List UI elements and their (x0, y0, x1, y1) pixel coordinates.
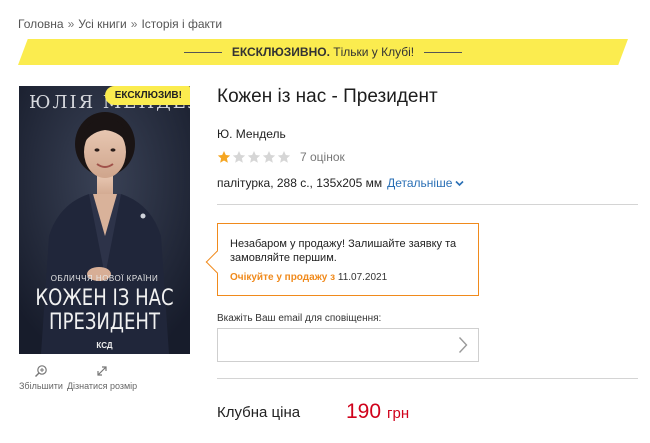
size-label: Дізнатися розмір (66, 381, 138, 391)
zoom-button[interactable]: Збільшити (19, 364, 63, 391)
expected-label: Очікуйте у продажу з (230, 272, 336, 283)
cover-publisher: КСД (96, 341, 113, 350)
banner-line-left (183, 51, 222, 53)
cover-actions: Збільшити Дізнатися розмір (19, 364, 137, 391)
rating-count[interactable]: 7 оцінок (300, 150, 345, 164)
zoom-label: Збільшити (19, 381, 63, 391)
banner-line-right (424, 51, 463, 53)
breadcrumb-home[interactable]: Головна (18, 17, 64, 31)
cover-subtitle: ОБЛИЧЧЯ НОВОЇ КРАЇНИ (50, 274, 159, 283)
expected-date: 11.07.2021 (335, 272, 388, 283)
coming-soon-notice: Незабаром у продажу! Залишайте заявку та… (205, 223, 479, 296)
breadcrumb-separator: » (130, 17, 138, 31)
breadcrumb: Головна» Усі книги» Історія і факти (18, 17, 222, 31)
banner-content: ЕКСКЛЮЗИВНО. Тільки у Клубі! (18, 39, 628, 65)
divider (217, 204, 638, 205)
price: 190 грн (346, 400, 409, 424)
banner-strong-text: ЕКСКЛЮЗИВНО. (231, 45, 330, 59)
specs-text: палітурка, 288 с., 135x205 мм (217, 176, 383, 190)
star-empty-icon (277, 151, 291, 163)
expand-icon (97, 366, 107, 376)
chevron-right-icon (458, 337, 468, 353)
price-currency: грн (387, 405, 410, 422)
rating: 7 оцінок (217, 150, 345, 164)
breadcrumb-history[interactable]: Історія і факти (141, 17, 222, 31)
cover-title-line-2: ПРЕЗИДЕНТ (49, 310, 160, 335)
book-cover[interactable]: ЮЛІЯ МЕНДЕЛЬ ЕКСКЛЮЗИВ! ОБЛИЧЧЯ НОВОЇ КР… (19, 86, 190, 354)
star-empty-icon (247, 151, 261, 163)
price-value: 190 (346, 400, 382, 423)
email-field[interactable] (218, 329, 448, 361)
cover-title-line-1: КОЖЕН ІЗ НАС (35, 286, 174, 311)
divider (217, 378, 638, 379)
size-button[interactable]: Дізнатися розмір (67, 364, 137, 391)
star-empty-icon (232, 151, 246, 163)
exclusive-banner: ЕКСКЛЮЗИВНО. Тільки у Клубі! (18, 39, 628, 65)
notice-message: Незабаром у продажу! Залишайте заявку та… (230, 238, 457, 264)
submit-email-button[interactable] (448, 329, 478, 361)
book-specs: палітурка, 288 с., 135x205 мм Детальніше (217, 176, 464, 190)
breadcrumb-all-books[interactable]: Усі книги (78, 17, 126, 31)
notice-pointer (205, 250, 229, 274)
email-label: Вкажіть Ваш email для сповіщення: (217, 313, 382, 324)
rating-stars[interactable] (217, 150, 292, 164)
email-field-wrapper (217, 328, 479, 362)
zoom-in-icon (34, 365, 47, 377)
exclusive-badge: ЕКСКЛЮЗИВ! (104, 86, 190, 105)
breadcrumb-separator: » (67, 17, 75, 31)
details-link[interactable]: Детальніше (387, 176, 464, 190)
price-label: Клубна ціна (217, 404, 301, 421)
book-title: Кожен із нас - Президент (217, 86, 438, 107)
star-filled-icon (217, 151, 231, 163)
banner-text: Тільки у Клубі! (329, 45, 415, 59)
book-author[interactable]: Ю. Мендель (217, 127, 286, 141)
notice-expected-date: Очікуйте у продажу з 11.07.2021 (230, 272, 387, 283)
details-label: Детальніше (387, 176, 453, 190)
star-empty-icon (262, 151, 276, 163)
chevron-down-icon (455, 180, 464, 186)
